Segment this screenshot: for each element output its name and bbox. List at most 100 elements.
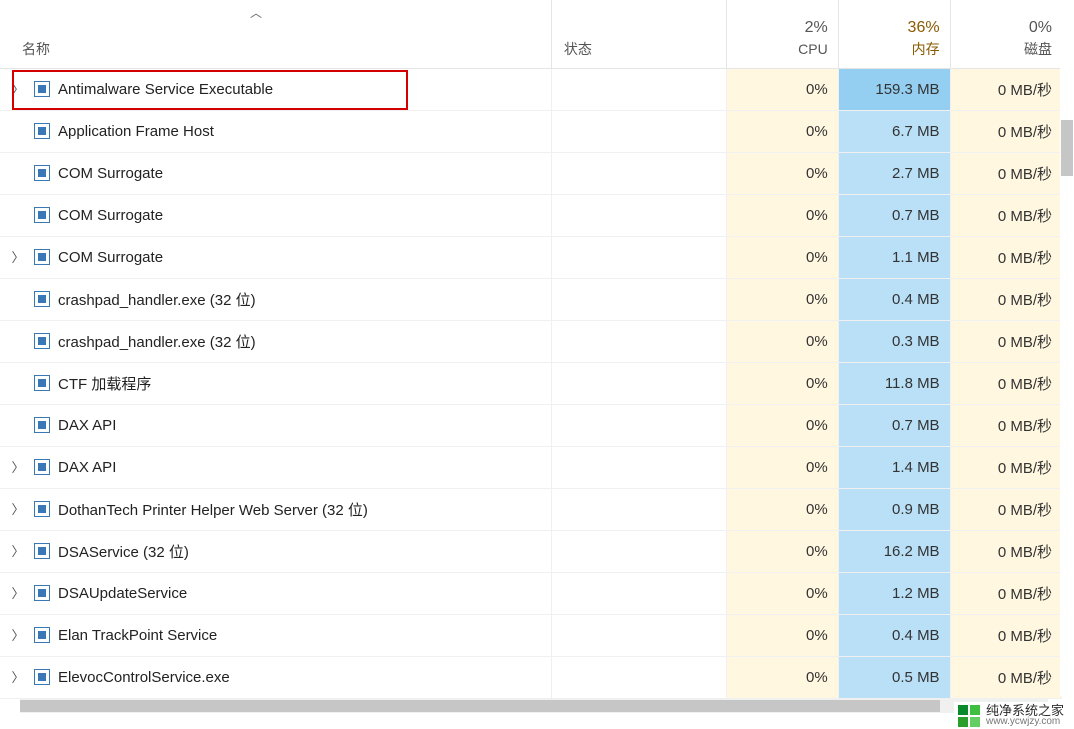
table-row[interactable]: 〉DAX API0%1.4 MB0 MB/秒	[0, 446, 1062, 488]
mem-pct: 36%	[849, 18, 940, 39]
cell-name[interactable]: 〉 COM Surrogate	[0, 236, 551, 278]
cell-name[interactable]: 〉DAX API	[0, 404, 551, 446]
cell-memory: 0.7 MB	[838, 404, 950, 446]
col-header-status[interactable]: 状态	[551, 0, 726, 68]
cell-disk: 0 MB/秒	[950, 278, 1062, 320]
cell-disk: 0 MB/秒	[950, 236, 1062, 278]
expander-icon[interactable]: 〉	[10, 251, 26, 264]
table-row[interactable]: 〉Application Frame Host 0%6.7 MB0 MB/秒	[0, 110, 1062, 152]
vertical-scrollbar-thumb[interactable]	[1061, 120, 1073, 176]
table-row[interactable]: 〉COM Surrogate0%2.7 MB0 MB/秒	[0, 152, 1062, 194]
cell-cpu: 0%	[726, 362, 838, 404]
table-row[interactable]: 〉DSAUpdateService0%1.2 MB0 MB/秒	[0, 572, 1062, 614]
cell-memory: 1.1 MB	[838, 236, 950, 278]
cell-disk: 0 MB/秒	[950, 152, 1062, 194]
col-header-name[interactable]: ︿ 名称	[0, 0, 551, 68]
cell-name[interactable]: 〉Antimalware Service Executable	[0, 68, 551, 110]
cell-status	[551, 404, 726, 446]
process-icon	[34, 669, 50, 685]
cell-status	[551, 320, 726, 362]
cell-name[interactable]: 〉ElevocControlService.exe	[0, 656, 551, 698]
table-row[interactable]: 〉crashpad_handler.exe (32 位) 0%0.4 MB0 MB…	[0, 278, 1062, 320]
process-icon	[34, 501, 50, 517]
cell-status	[551, 362, 726, 404]
expander-icon[interactable]: 〉	[10, 671, 26, 684]
cell-memory: 159.3 MB	[838, 68, 950, 110]
process-name: COM Surrogate	[58, 249, 163, 266]
cell-memory: 11.8 MB	[838, 362, 950, 404]
cell-disk: 0 MB/秒	[950, 404, 1062, 446]
cell-name[interactable]: 〉 Elan TrackPoint Service	[0, 614, 551, 656]
col-header-cpu[interactable]: 2% CPU	[726, 0, 838, 68]
cell-name[interactable]: 〉DSAService (32 位)	[0, 530, 551, 572]
cell-memory: 6.7 MB	[838, 110, 950, 152]
expander-icon[interactable]: 〉	[10, 461, 26, 474]
process-icon	[34, 249, 50, 265]
process-name: DAX API	[58, 459, 116, 476]
watermark: 纯净系统之家 www.ycwjzy.com	[954, 702, 1068, 729]
cell-disk: 0 MB/秒	[950, 110, 1062, 152]
process-icon	[34, 585, 50, 601]
cell-name[interactable]: 〉 DAX API	[0, 446, 551, 488]
process-icon	[34, 333, 50, 349]
expander-icon[interactable]: 〉	[10, 587, 26, 600]
horizontal-scrollbar-thumb[interactable]	[20, 700, 940, 712]
vertical-scrollbar[interactable]	[1060, 0, 1074, 696]
horizontal-scrollbar[interactable]	[20, 699, 1048, 713]
cell-name[interactable]: 〉 DothanTech Printer Helper Web Server (3…	[0, 488, 551, 530]
table-row[interactable]: 〉COM Surrogate 0%0.7 MB0 MB/秒	[0, 194, 1062, 236]
table-row[interactable]: 〉DAX API 0%0.7 MB0 MB/秒	[0, 404, 1062, 446]
process-name: Elan TrackPoint Service	[58, 627, 217, 644]
cell-memory: 0.4 MB	[838, 278, 950, 320]
cell-status	[551, 194, 726, 236]
cell-memory: 0.7 MB	[838, 194, 950, 236]
cell-cpu: 0%	[726, 110, 838, 152]
cell-cpu: 0%	[726, 614, 838, 656]
process-name: Application Frame Host	[58, 123, 214, 140]
cell-status	[551, 614, 726, 656]
cell-cpu: 0%	[726, 278, 838, 320]
process-name: DAX API	[58, 417, 116, 434]
table-row[interactable]: 〉 DothanTech Printer Helper Web Server (3…	[0, 488, 1062, 530]
cell-cpu: 0%	[726, 152, 838, 194]
cell-name[interactable]: 〉COM Surrogate	[0, 152, 551, 194]
process-icon	[34, 291, 50, 307]
table-row[interactable]: 〉Antimalware Service Executable0%159.3 M…	[0, 68, 1062, 110]
cell-name[interactable]: 〉CTF 加载程序	[0, 362, 551, 404]
expander-icon[interactable]: 〉	[10, 503, 26, 516]
disk-pct: 0%	[961, 18, 1052, 39]
cell-cpu: 0%	[726, 320, 838, 362]
process-icon	[34, 543, 50, 559]
cell-name[interactable]: 〉crashpad_handler.exe (32 位)	[0, 320, 551, 362]
cell-cpu: 0%	[726, 194, 838, 236]
cell-name[interactable]: 〉COM Surrogate	[0, 194, 551, 236]
table-row[interactable]: 〉COM Surrogate0%1.1 MB0 MB/秒	[0, 236, 1062, 278]
process-icon	[34, 81, 50, 97]
cell-cpu: 0%	[726, 530, 838, 572]
cell-disk: 0 MB/秒	[950, 194, 1062, 236]
cell-cpu: 0%	[726, 446, 838, 488]
cell-name[interactable]: 〉crashpad_handler.exe (32 位)	[0, 278, 551, 320]
cell-cpu: 0%	[726, 404, 838, 446]
cell-name[interactable]: 〉DSAUpdateService	[0, 572, 551, 614]
cell-status	[551, 152, 726, 194]
cell-disk: 0 MB/秒	[950, 68, 1062, 110]
expander-icon[interactable]: 〉	[10, 545, 26, 558]
cell-disk: 0 MB/秒	[950, 488, 1062, 530]
cell-cpu: 0%	[726, 656, 838, 698]
table-row[interactable]: 〉ElevocControlService.exe0%0.5 MB0 MB/秒	[0, 656, 1062, 698]
table-row[interactable]: 〉DSAService (32 位)0%16.2 MB0 MB/秒	[0, 530, 1062, 572]
cell-status	[551, 278, 726, 320]
cell-disk: 0 MB/秒	[950, 614, 1062, 656]
col-header-disk[interactable]: 0% 磁盘	[950, 0, 1062, 68]
table-row[interactable]: 〉CTF 加载程序0%11.8 MB0 MB/秒	[0, 362, 1062, 404]
table-row[interactable]: 〉crashpad_handler.exe (32 位)0%0.3 MB0 MB…	[0, 320, 1062, 362]
cell-disk: 0 MB/秒	[950, 446, 1062, 488]
col-header-memory[interactable]: 36% 内存	[838, 0, 950, 68]
cell-status	[551, 530, 726, 572]
expander-icon[interactable]: 〉	[10, 629, 26, 642]
process-name: DothanTech Printer Helper Web Server (32…	[58, 499, 368, 520]
cell-name[interactable]: 〉Application Frame Host	[0, 110, 551, 152]
table-row[interactable]: 〉Elan TrackPoint Service0%0.4 MB0 MB/秒	[0, 614, 1062, 656]
expander-icon[interactable]: 〉	[10, 83, 26, 96]
